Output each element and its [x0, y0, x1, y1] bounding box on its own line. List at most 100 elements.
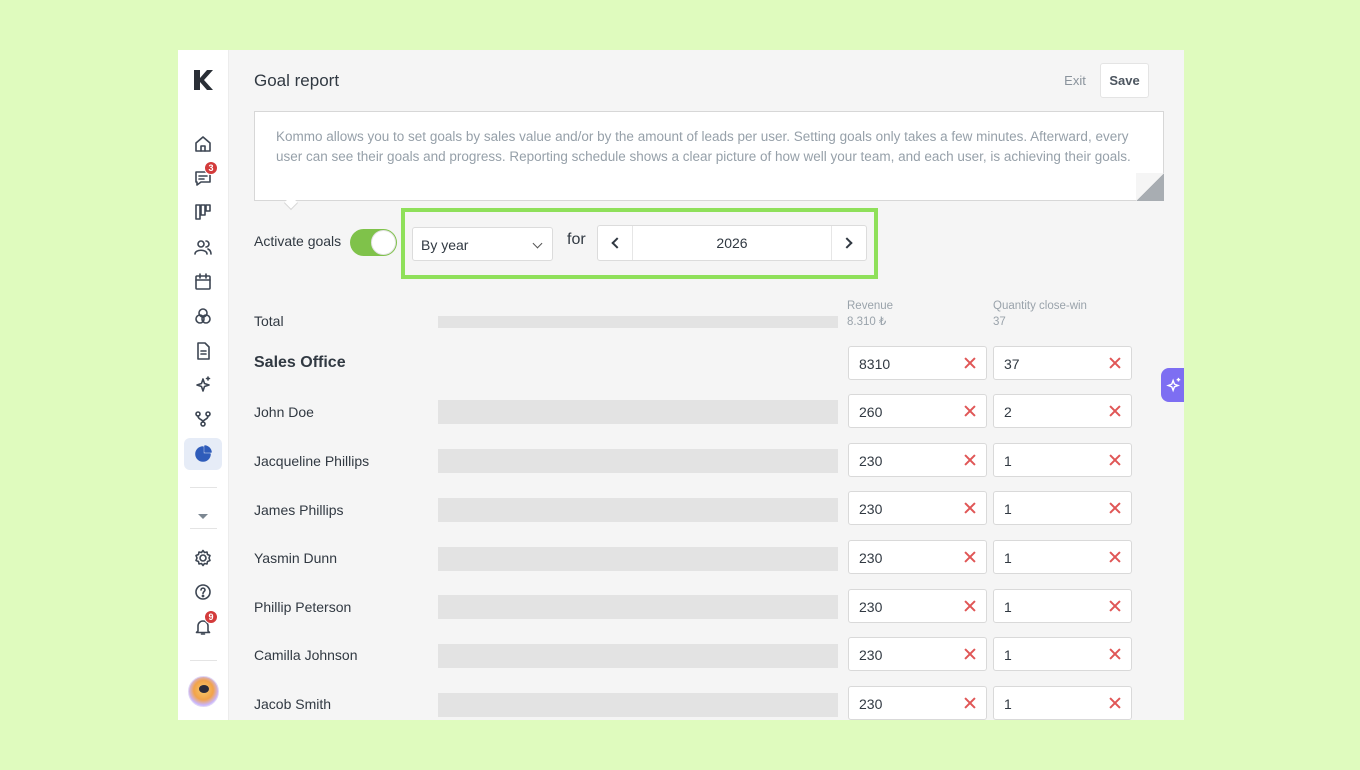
clear-icon[interactable] [1108, 696, 1122, 710]
quantity-header-label: Quantity close-win [993, 300, 1087, 312]
user-quantity-input[interactable]: 1 [993, 686, 1132, 720]
group-revenue-input[interactable]: 8310 [848, 346, 987, 380]
user-name: Camilla Johnson [254, 647, 358, 663]
clear-icon[interactable] [1108, 356, 1122, 370]
input-value: 2 [1004, 404, 1012, 420]
input-value: 230 [859, 550, 883, 566]
user-revenue-input[interactable]: 230 [848, 491, 987, 525]
input-value: 1 [1004, 599, 1012, 615]
ai-assistant-button[interactable] [1161, 368, 1184, 402]
user-name: John Doe [254, 404, 314, 420]
sidebar-divider [190, 660, 217, 661]
total-progress-bar [438, 316, 838, 328]
for-label: for [567, 231, 586, 248]
total-quantity-value: 37 [993, 316, 1006, 328]
user-quantity-input[interactable]: 1 [993, 491, 1132, 525]
activate-goals-toggle[interactable] [350, 229, 397, 256]
user-name: James Phillips [254, 502, 344, 518]
clear-icon[interactable] [1108, 404, 1122, 418]
user-name: Phillip Peterson [254, 599, 352, 615]
clear-icon[interactable] [1108, 599, 1122, 613]
user-avatar[interactable] [188, 676, 219, 707]
input-value: 1 [1004, 696, 1012, 712]
sidebar-divider [190, 487, 217, 488]
clear-icon[interactable] [963, 647, 977, 661]
sidebar-item-documents[interactable] [184, 335, 222, 367]
user-progress-bar [438, 547, 838, 571]
input-value: 260 [859, 404, 883, 420]
input-value: 37 [1004, 356, 1020, 372]
user-name: Jacqueline Phillips [254, 453, 370, 469]
quantity-column-header: Quantity close-win 37 [993, 298, 1087, 330]
sparkles-icon [1166, 377, 1181, 393]
sidebar-item-automation[interactable] [184, 403, 222, 435]
sidebar-item-stats[interactable] [184, 438, 222, 470]
pie-chart-icon [195, 445, 212, 462]
user-name: Jacob Smith [254, 696, 332, 712]
sidebar-item-catalogs[interactable] [184, 300, 222, 332]
user-quantity-input[interactable]: 1 [993, 540, 1132, 574]
sidebar-divider [190, 528, 217, 529]
sidebar-item-contacts[interactable] [184, 231, 222, 263]
app-window: 3 9 Goal report Exit Save Kommo allows y… [178, 50, 1184, 720]
user-name: Yasmin Dunn [254, 550, 338, 566]
previous-year-button[interactable] [598, 226, 633, 260]
sidebar-item-calendar[interactable] [184, 266, 222, 298]
input-value: 230 [859, 647, 883, 663]
help-icon [195, 584, 211, 600]
home-icon [195, 136, 211, 152]
save-button[interactable]: Save [1100, 63, 1149, 98]
clear-icon[interactable] [963, 599, 977, 613]
input-value: 230 [859, 599, 883, 615]
clear-icon[interactable] [963, 696, 977, 710]
clear-icon[interactable] [963, 453, 977, 467]
chevron-left-icon [611, 237, 623, 249]
total-revenue-value: 8.310 ₺ [847, 316, 887, 328]
sidebar-item-help[interactable] [184, 576, 222, 608]
revenue-column-header: Revenue 8.310 ₺ [847, 298, 893, 330]
revenue-header-label: Revenue [847, 300, 894, 312]
sidebar-item-notifications[interactable]: 9 [184, 610, 222, 643]
sidebar-item-chats[interactable]: 3 [184, 161, 222, 194]
sidebar-item-leads[interactable] [184, 196, 222, 228]
flow-icon [195, 411, 211, 427]
user-revenue-input[interactable]: 230 [848, 443, 987, 477]
user-revenue-input[interactable]: 230 [848, 589, 987, 623]
note-fold-corner [1136, 173, 1164, 201]
notifications-badge: 9 [204, 610, 218, 624]
circles-icon [195, 308, 211, 324]
period-select[interactable]: By year [412, 227, 553, 261]
activate-goals-label: Activate goals [254, 233, 342, 249]
sidebar-expand-caret[interactable] [198, 514, 208, 519]
sidebar-item-home[interactable] [184, 128, 222, 160]
document-icon [197, 342, 210, 360]
period-select-value: By year [421, 237, 469, 253]
exit-button[interactable]: Exit [1052, 64, 1098, 96]
user-revenue-input[interactable]: 230 [848, 540, 987, 574]
user-quantity-input[interactable]: 1 [993, 589, 1132, 623]
user-quantity-input[interactable]: 1 [993, 637, 1132, 671]
clear-icon[interactable] [1108, 550, 1122, 564]
sidebar-item-ai[interactable] [184, 369, 222, 401]
user-revenue-input[interactable]: 260 [848, 394, 987, 428]
clear-icon[interactable] [1108, 647, 1122, 661]
contacts-icon [194, 240, 212, 255]
clear-icon[interactable] [963, 356, 977, 370]
page-title: Goal report [254, 71, 340, 90]
user-revenue-input[interactable]: 230 [848, 686, 987, 720]
clear-icon[interactable] [1108, 453, 1122, 467]
kommo-logo[interactable] [192, 68, 214, 92]
input-value: 1 [1004, 550, 1012, 566]
next-year-button[interactable] [831, 226, 866, 260]
user-quantity-input[interactable]: 1 [993, 443, 1132, 477]
clear-icon[interactable] [963, 550, 977, 564]
user-revenue-input[interactable]: 230 [848, 637, 987, 671]
clear-icon[interactable] [963, 501, 977, 515]
user-quantity-input[interactable]: 2 [993, 394, 1132, 428]
group-quantity-input[interactable]: 37 [993, 346, 1132, 380]
sidebar-item-settings[interactable] [184, 542, 222, 574]
info-note: Kommo allows you to set goals by sales v… [254, 111, 1164, 211]
clear-icon[interactable] [1108, 501, 1122, 515]
year-navigator: 2026 [597, 225, 867, 261]
clear-icon[interactable] [963, 404, 977, 418]
